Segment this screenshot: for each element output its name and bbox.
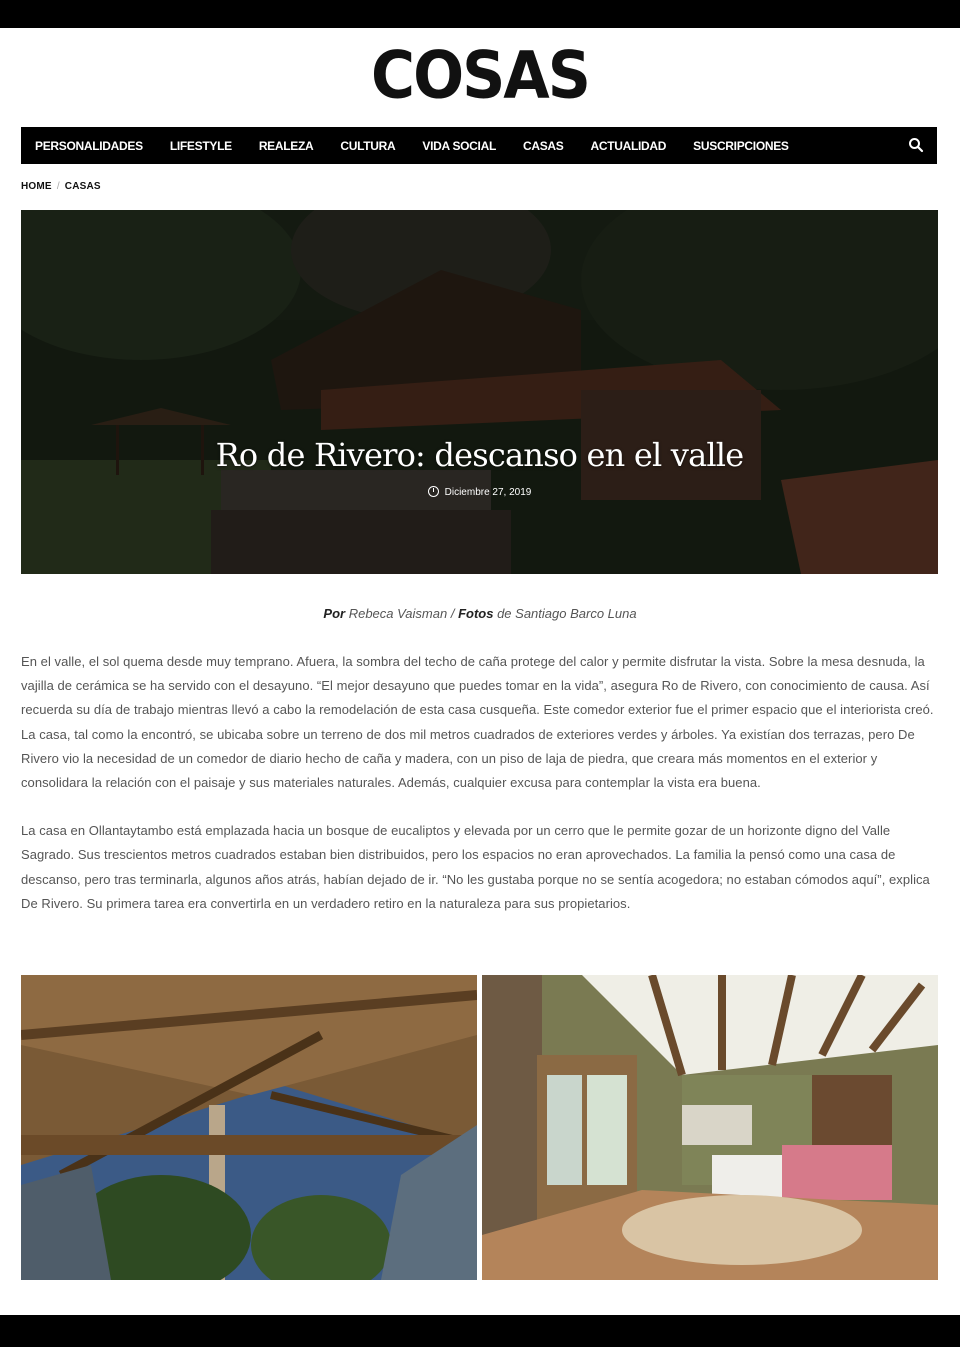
bottom-black-bar <box>0 1315 960 1347</box>
nav-item-lifestyle[interactable]: LIFESTYLE <box>170 139 232 153</box>
gallery-photo-terrace[interactable] <box>21 975 477 1280</box>
hero-photo <box>21 210 938 574</box>
nav-item-cultura[interactable]: CULTURA <box>340 139 395 153</box>
article-body: En el valle, el sol quema desde muy temp… <box>21 650 939 940</box>
hero-image[interactable]: Ro de Rivero: descanso en el valle Dicie… <box>21 210 938 574</box>
breadcrumb-separator: / <box>56 181 60 192</box>
byline: Por Rebeca Vaisman / Fotos de Santiago B… <box>323 606 637 621</box>
breadcrumb: HOME / CASAS <box>21 181 101 192</box>
nav-item-casas[interactable]: CASAS <box>523 139 564 153</box>
search-icon[interactable] <box>908 137 924 153</box>
terrace-photo <box>21 975 477 1280</box>
main-nav: PERSONALIDADES LIFESTYLE REALEZA CULTURA… <box>21 127 937 164</box>
byline-by-label: Por <box>323 606 346 621</box>
top-black-bar <box>0 0 960 28</box>
byline-author[interactable]: Rebeca Vaisman <box>349 606 448 621</box>
article-title: Ro de Rivero: descanso en el valle <box>215 436 745 474</box>
article-paragraph: La casa en Ollantaytambo está emplazada … <box>21 823 930 911</box>
nav-item-actualidad[interactable]: ACTUALIDAD <box>591 139 667 153</box>
article-date: Diciembre 27, 2019 <box>21 486 938 498</box>
nav-item-vida-social[interactable]: VIDA SOCIAL <box>422 139 496 153</box>
breadcrumb-section[interactable]: CASAS <box>65 181 101 192</box>
gallery-photo-bedroom[interactable] <box>482 975 938 1280</box>
byline-photos-label: Fotos <box>458 606 494 621</box>
byline-photographer: de Santiago Barco Luna <box>497 606 637 621</box>
nav-item-personalidades[interactable]: PERSONALIDADES <box>35 139 143 153</box>
bedroom-photo <box>482 975 938 1280</box>
nav-items: PERSONALIDADES LIFESTYLE REALEZA CULTURA… <box>21 139 816 153</box>
nav-item-realeza[interactable]: REALEZA <box>259 139 314 153</box>
breadcrumb-home[interactable]: HOME <box>21 181 52 192</box>
site-logo[interactable]: COSAS <box>0 39 960 112</box>
nav-item-suscripciones[interactable]: SUSCRIPCIONES <box>693 139 789 153</box>
clock-icon <box>427 486 439 497</box>
article-date-text: Diciembre 27, 2019 <box>444 487 532 498</box>
article-paragraph: En el valle, el sol quema desde muy temp… <box>21 654 934 791</box>
